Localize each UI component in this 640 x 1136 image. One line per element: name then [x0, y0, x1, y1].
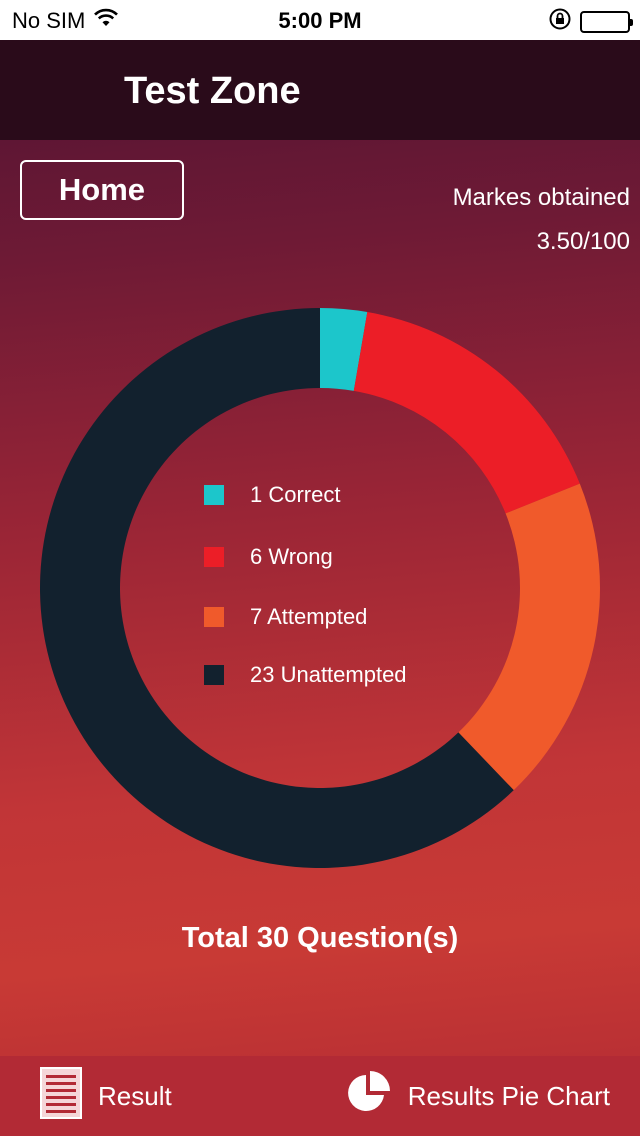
total-questions: Total 30 Question(s) [181, 922, 459, 954]
status-bar: No SIM 5:00 PM [0, 0, 640, 40]
legend-label-wrong: 6 Wrong [250, 544, 333, 569]
donut-chart-svg [39, 308, 600, 868]
nav-bar: Test Zone [0, 40, 640, 140]
donut-slice-attempted [458, 483, 600, 791]
pie-chart-icon [344, 1069, 392, 1124]
document-list-icon [40, 1066, 82, 1126]
page-title: Test Zone [124, 70, 301, 112]
donut-slice-wrong [353, 312, 580, 514]
status-time: 5:00 PM [278, 8, 362, 33]
marks-value: 3.50/100 [536, 228, 630, 255]
legend-swatch-attempted [204, 607, 224, 627]
orientation-lock-icon [548, 7, 572, 37]
results-donut-chart [0, 290, 640, 890]
legend-item-wrong: 6 Wrong [204, 544, 333, 570]
status-right [548, 7, 633, 37]
legend-swatch-unattempted [204, 665, 224, 685]
tab-result[interactable]: Result [40, 1056, 172, 1136]
legend-item-correct: 1 Correct [204, 482, 340, 508]
tab-bar: Result Results Pie Chart [0, 1056, 640, 1136]
legend-label-unattempted: 23 Unattempted [250, 662, 407, 687]
tab-results-pie-chart[interactable]: Results Pie Chart [344, 1056, 610, 1136]
tab-pie-label: Results Pie Chart [407, 1080, 610, 1111]
home-button[interactable]: Home [20, 160, 184, 220]
battery-icon [580, 11, 633, 33]
legend-label-attempted: 7 Attempted [250, 604, 368, 629]
legend-item-unattempted: 23 Unattempted [204, 662, 407, 688]
legend-label-correct: 1 Correct [250, 482, 341, 507]
tab-result-label: Result [98, 1080, 172, 1111]
marks-label: Markes obtained [452, 184, 630, 211]
legend-item-attempted: 7 Attempted [204, 604, 367, 630]
legend-swatch-wrong [204, 547, 224, 567]
legend-swatch-correct [204, 485, 224, 505]
